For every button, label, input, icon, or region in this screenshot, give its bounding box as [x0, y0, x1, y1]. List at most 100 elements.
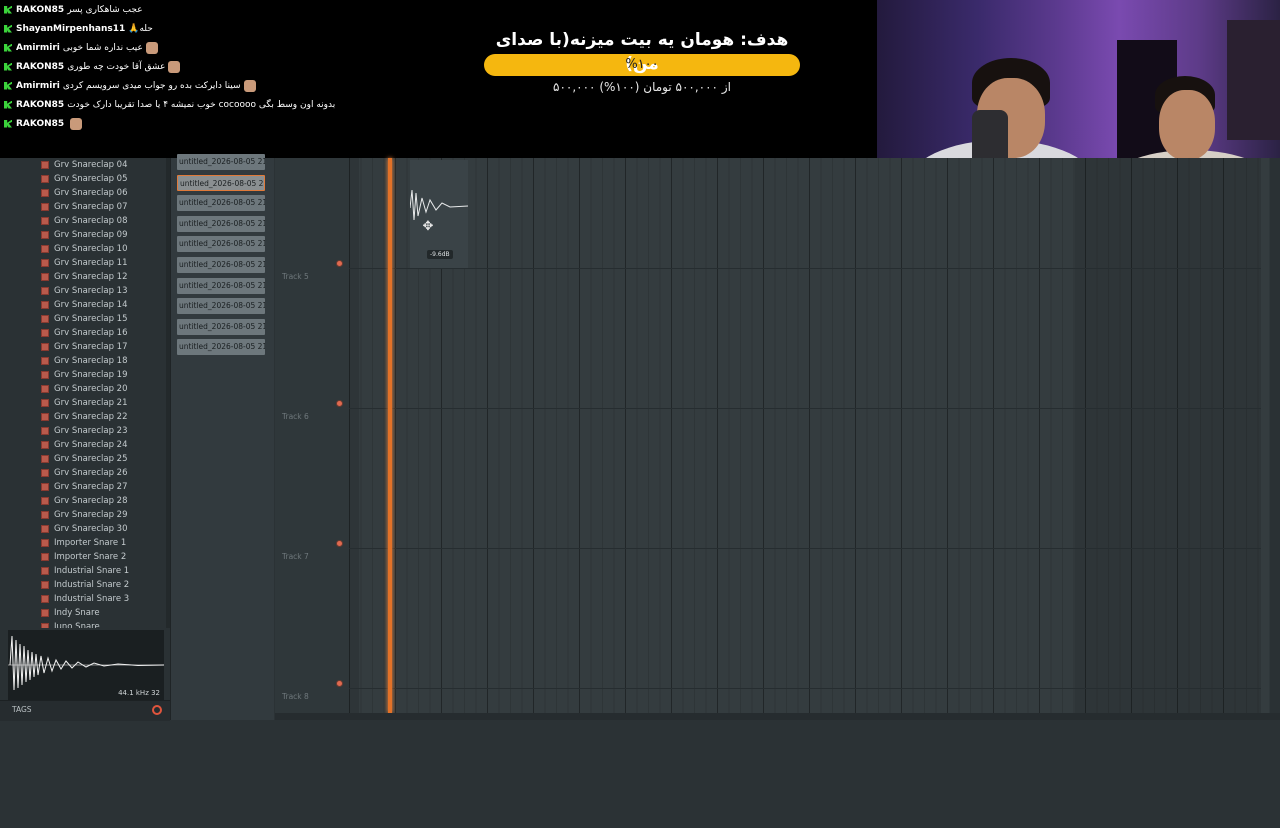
audio-file-icon	[41, 329, 49, 337]
browser-item-label: Grv Snareclap 21	[54, 398, 128, 408]
browser-item[interactable]: Industrial Snare 3	[41, 592, 129, 606]
playlist-grid[interactable]	[349, 158, 1269, 713]
browser-item[interactable]: Importer Snare 1	[41, 536, 126, 550]
browser-item[interactable]: Grv Snareclap 19	[41, 368, 128, 382]
chat-username: Amirmiri	[16, 42, 60, 53]
track-header[interactable]: Track 7	[275, 540, 347, 688]
clip-item[interactable]: untitled_2026-08-05 21-...	[177, 195, 265, 212]
browser-item[interactable]: Grv Snareclap 08	[41, 214, 128, 228]
browser-item-label: Grv Snareclap 05	[54, 174, 128, 184]
sample-info: 44.1 kHz 32	[118, 689, 160, 697]
browser-item-label: Grv Snareclap 26	[54, 468, 128, 478]
browser-item[interactable]: Grv Snareclap 14	[41, 298, 128, 312]
browser-item[interactable]: Grv Snareclap 26	[41, 466, 128, 480]
clip-item[interactable]: untitled_2026-08-05 21-...	[177, 154, 265, 170]
browser-item[interactable]: Grv Snareclap 15	[41, 312, 128, 326]
browser-item[interactable]: Grv Snareclap 21	[41, 396, 128, 410]
clip-item[interactable]: untitled_2026-08-05 21-...	[177, 318, 265, 335]
browser-item-label: Grv Snareclap 09	[54, 230, 128, 240]
track-mute-icon[interactable]	[336, 680, 343, 687]
browser-item-label: Grv Snareclap 25	[54, 454, 128, 464]
browser-item[interactable]: Grv Snareclap 04	[41, 158, 128, 172]
track-mute-icon[interactable]	[336, 260, 343, 267]
browser-item-label: Grv Snareclap 24	[54, 440, 128, 450]
audio-file-icon	[41, 497, 49, 505]
browser-item-label: Grv Snareclap 23	[54, 426, 128, 436]
chat-username: RAKON85	[16, 61, 65, 72]
browser-item[interactable]: Grv Snareclap 12	[41, 270, 128, 284]
browser-item[interactable]: Grv Snareclap 11	[41, 256, 128, 270]
kick-badge-icon	[4, 100, 12, 109]
audio-file-icon	[41, 511, 49, 519]
track-header[interactable]: Track 6	[275, 400, 347, 548]
browser-item[interactable]: Grv Snareclap 18	[41, 354, 128, 368]
playhead[interactable]	[388, 158, 392, 713]
browser-item[interactable]: Grv Snareclap 10	[41, 242, 128, 256]
browser-item[interactable]: Grv Snareclap 06	[41, 186, 128, 200]
audio-file-icon	[41, 413, 49, 421]
chat-text: عیب نداره شما خوبی	[62, 42, 143, 53]
chat-message: RAKON85	[4, 114, 424, 133]
browser-item[interactable]: Grv Snareclap 24	[41, 438, 128, 452]
playlist-vscroll[interactable]	[1270, 158, 1280, 713]
track-mute-icon[interactable]	[336, 540, 343, 547]
grid-shade	[1075, 158, 1261, 713]
track-label: Track 6	[282, 412, 309, 421]
audio-file-icon	[41, 259, 49, 267]
emote-icon	[70, 117, 83, 130]
audio-file-icon	[41, 357, 49, 365]
browser-item[interactable]: Industrial Snare 2	[41, 578, 129, 592]
browser-item[interactable]: Juno Snare	[41, 620, 100, 628]
audio-file-icon	[41, 385, 49, 393]
browser-item[interactable]: Grv Snareclap 13	[41, 284, 128, 298]
track-divider	[349, 548, 1261, 549]
clip-item[interactable]: untitled_2026-08-05 21-...	[177, 215, 265, 232]
kick-badge-icon	[4, 24, 12, 33]
browser-item[interactable]: Importer Snare 2	[41, 550, 126, 564]
browser-item[interactable]: Grv Snareclap 05	[41, 172, 128, 186]
clip-item[interactable]: untitled_2026-08-05 21-...	[177, 277, 265, 294]
audio-file-icon	[41, 609, 49, 617]
track-divider	[349, 408, 1261, 409]
browser-item[interactable]: Grv Snareclap 23	[41, 424, 128, 438]
browser-item[interactable]: Grv Snareclap 30	[41, 522, 128, 536]
grid-shade	[349, 158, 359, 713]
browser-item[interactable]: Indy Snare	[41, 606, 100, 620]
emote-icon	[243, 79, 256, 92]
chat-text: عشق آقا خودت چه طوری	[67, 61, 166, 72]
track-header[interactable]: Track 8	[275, 680, 347, 828]
browser-item[interactable]: Grv Snareclap 25	[41, 452, 128, 466]
clip-item[interactable]: untitled_2026-08-05 21-...	[177, 339, 265, 356]
browser-item[interactable]: Industrial Snare 1	[41, 564, 129, 578]
browser-item[interactable]: Grv Snareclap 29	[41, 508, 128, 522]
browser-item[interactable]: Grv Snareclap 16	[41, 326, 128, 340]
browser-item-label: Grv Snareclap 13	[54, 286, 128, 296]
browser-item[interactable]: Grv Snareclap 17	[41, 340, 128, 354]
browser-item[interactable]: Grv Snareclap 07	[41, 200, 128, 214]
clip-item[interactable]: untitled_2026-08-05 21-...	[177, 298, 265, 315]
browser-item-label: Grv Snareclap 16	[54, 328, 128, 338]
browser-item[interactable]: Grv Snareclap 20	[41, 382, 128, 396]
kick-badge-icon	[4, 62, 12, 71]
chat-username: Amirmiri	[16, 80, 60, 91]
browser-item-label: Grv Snareclap 08	[54, 216, 128, 226]
search-icon[interactable]	[152, 705, 162, 715]
audio-file-icon	[41, 245, 49, 253]
audio-file-icon	[41, 343, 49, 351]
clip-item[interactable]: untitled_2026-08-05 21-...	[177, 236, 265, 253]
browser-item[interactable]: Grv Snareclap 28	[41, 494, 128, 508]
tags-label: TAGS	[12, 705, 32, 714]
browser-item-label: Industrial Snare 1	[54, 566, 130, 576]
track-header[interactable]: Track 5	[275, 260, 347, 408]
clip-item[interactable]: untitled_2026-08-05 21-...	[177, 257, 265, 273]
browser-item[interactable]: Grv Snareclap 22	[41, 410, 128, 424]
browser-item-label: Grv Snareclap 29	[54, 510, 128, 520]
sample-preview[interactable]: 44.1 kHz 32	[8, 630, 165, 700]
browser-item-label: Grv Snareclap 11	[54, 258, 128, 268]
track-mute-icon[interactable]	[336, 400, 343, 407]
clip-item[interactable]: untitled_2026-08-05 21-...	[177, 174, 265, 191]
chat-message: RAKON85 عشق آقا خودت چه طوری	[4, 57, 424, 76]
browser-item[interactable]: Grv Snareclap 09	[41, 228, 128, 242]
browser-item[interactable]: Grv Snareclap 27	[41, 480, 128, 494]
playlist-hscroll[interactable]	[275, 713, 1280, 720]
